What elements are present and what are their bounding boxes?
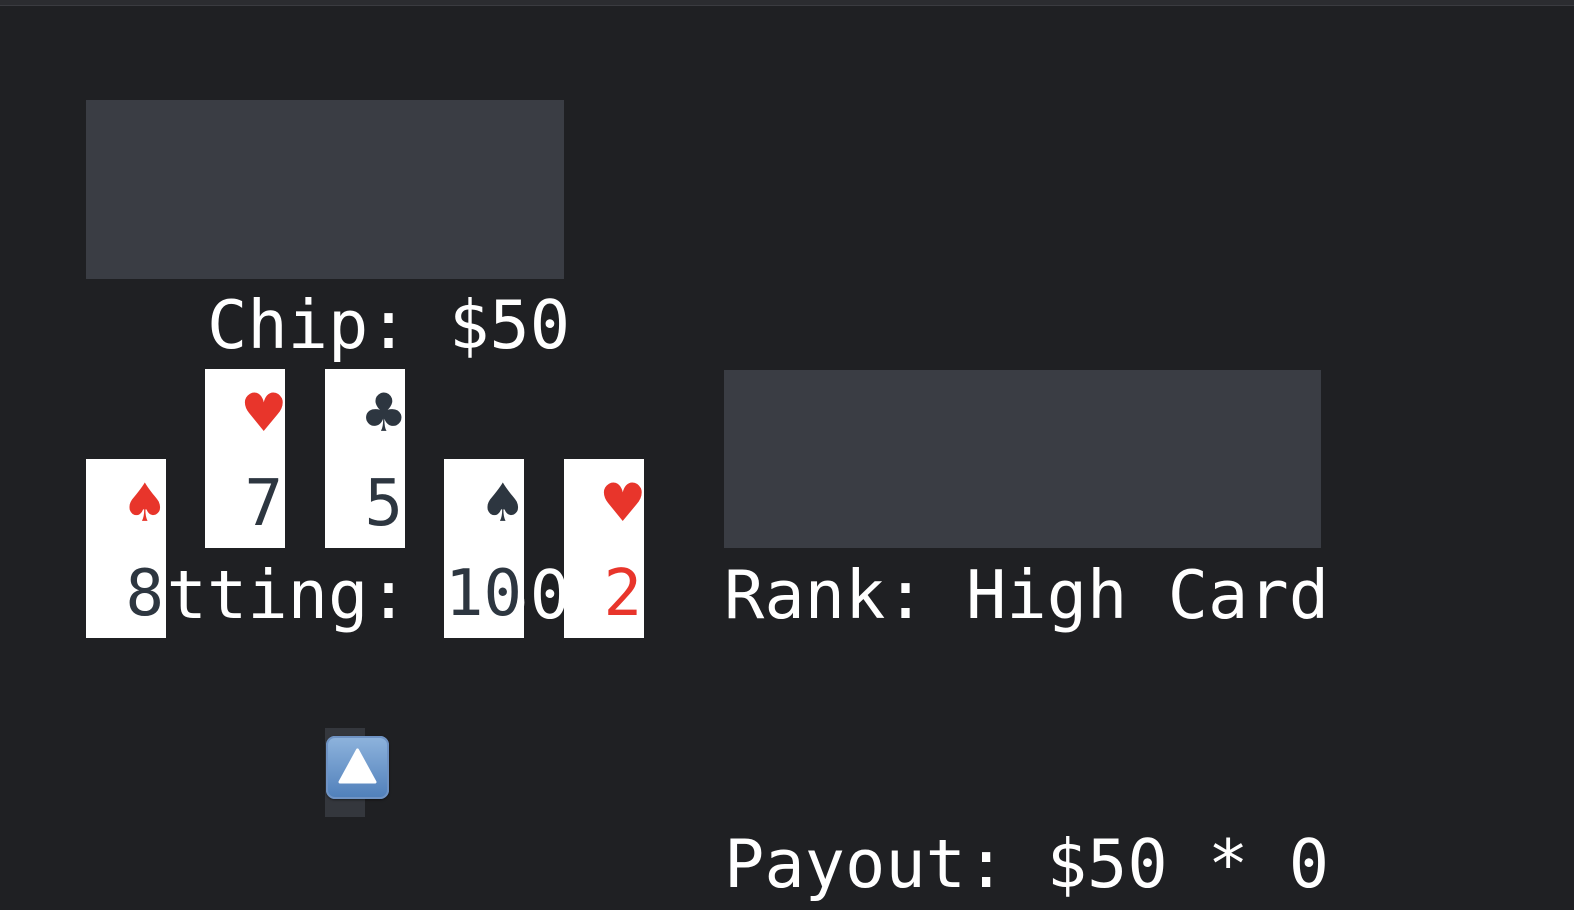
payout: Payout: $50 * 0 (724, 825, 1330, 903)
card-rank: 10 (444, 557, 522, 631)
card-suit: ♥ (603, 467, 642, 541)
card-suit: ♣ (364, 377, 403, 451)
card-suit: ♥ (244, 377, 283, 451)
card-2[interactable]: ♥ 7 (205, 369, 285, 548)
result-panel: Rank: High Card Payout: $50 * 0 (724, 370, 1329, 903)
card-rank: 2 (603, 557, 642, 631)
card-3[interactable]: ♣ 5 (325, 369, 405, 548)
up-triangle-icon (338, 748, 377, 784)
card-5[interactable]: ♥ 2 (564, 459, 644, 638)
card-suit: ♠ (125, 467, 164, 541)
card-rank: 8 (125, 557, 164, 631)
window-top-border (0, 0, 1574, 6)
stake-panel: Chip: $50 Betting: $50 (86, 100, 570, 634)
up-arrow-button-icon[interactable] (326, 736, 389, 799)
card-suit: ♠ (483, 467, 522, 541)
card-4[interactable]: ♠ 10 (444, 459, 524, 638)
card-rank: 7 (244, 467, 283, 541)
card-rank: 5 (364, 467, 403, 541)
card-1[interactable]: ♠ 8 (86, 459, 166, 638)
chip-amount: Chip: $50 (86, 286, 571, 364)
hand-rank: Rank: High Card (724, 556, 1330, 634)
